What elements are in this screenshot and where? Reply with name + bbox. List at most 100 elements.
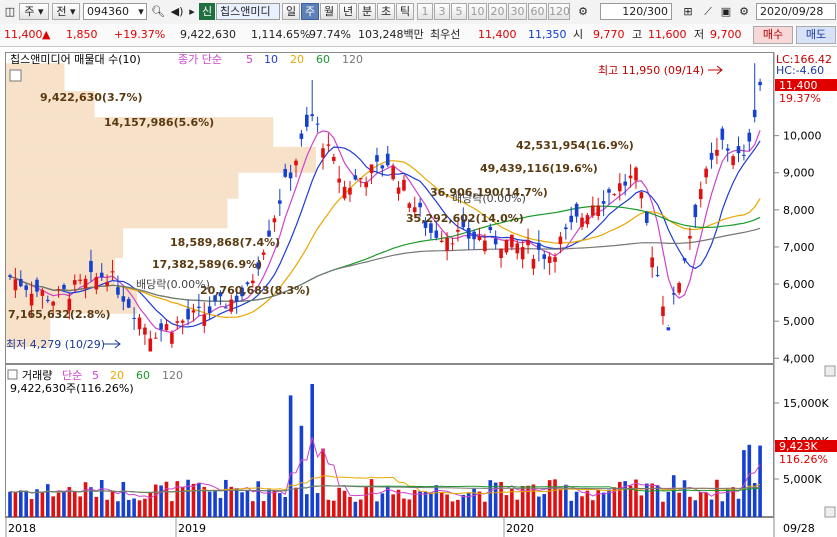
candle-body bbox=[466, 228, 471, 239]
candle-body bbox=[402, 179, 406, 191]
market-select[interactable]: 주 ▾ bbox=[19, 3, 49, 20]
volume-bar bbox=[224, 479, 228, 517]
candle-body bbox=[78, 279, 82, 281]
minute-tab-3[interactable]: 3 bbox=[434, 3, 450, 20]
volume-bar bbox=[326, 499, 331, 517]
price-volume-chart[interactable]: 4,000 5,000 6,000 7,000 8,000 9,000 10,000 7,16… bbox=[0, 46, 837, 537]
volume-bar bbox=[331, 500, 336, 517]
gear-icon[interactable]: ⚙ bbox=[736, 3, 752, 20]
y-tick-label-5000: 5,000 bbox=[783, 315, 815, 328]
speaker-icon[interactable]: ◀) bbox=[168, 3, 186, 20]
candle-body bbox=[661, 306, 665, 316]
volume-bar bbox=[56, 492, 61, 517]
candle-body bbox=[601, 201, 606, 204]
candle-body bbox=[526, 240, 530, 246]
minute-tab-5[interactable]: 5 bbox=[451, 3, 467, 20]
volume-bar bbox=[461, 494, 466, 517]
period-tab-3[interactable]: 년 bbox=[339, 3, 357, 20]
volume-profile-label-9: 9,422,630(3.7%) bbox=[40, 91, 143, 104]
buy-button[interactable]: 매수 bbox=[753, 26, 793, 44]
candle-body bbox=[137, 317, 142, 330]
candle-body bbox=[580, 217, 584, 227]
volume-bar bbox=[698, 492, 703, 517]
volume-bar bbox=[515, 499, 520, 517]
sell-button[interactable]: 매도 bbox=[796, 26, 836, 44]
volume-bar bbox=[40, 491, 45, 517]
candle-body bbox=[288, 172, 293, 179]
candle-body bbox=[62, 284, 66, 289]
volume-bar bbox=[137, 500, 142, 517]
volume-bar bbox=[170, 501, 174, 517]
volume-bar bbox=[661, 501, 665, 517]
volume-bar bbox=[402, 498, 406, 517]
candle-body bbox=[418, 202, 422, 208]
period-tab-6[interactable]: 틱 bbox=[396, 3, 414, 20]
x-axis-label-2019: 2019 bbox=[178, 522, 206, 535]
search-icon[interactable]: 🔍︎ bbox=[150, 3, 166, 20]
credit-badge: 신 bbox=[199, 3, 215, 20]
volume-bar bbox=[24, 490, 28, 517]
settings-small-icon[interactable]: ⚙ bbox=[576, 3, 590, 20]
volume-bar bbox=[153, 484, 158, 517]
candle-body bbox=[121, 296, 126, 302]
candle-body bbox=[148, 338, 153, 352]
candle-body bbox=[591, 205, 595, 216]
code-dropdown-icon[interactable]: ▾ bbox=[135, 3, 147, 20]
candle-body bbox=[331, 156, 336, 161]
volume-bar bbox=[261, 501, 266, 517]
volume-bar bbox=[310, 384, 314, 517]
volume-bar bbox=[580, 496, 584, 517]
save-icon[interactable]: ▣ bbox=[718, 3, 734, 20]
high-price: 11,600 bbox=[648, 28, 687, 41]
candle-body bbox=[531, 258, 536, 269]
minute-tab-120[interactable]: 120 bbox=[548, 3, 570, 20]
volume-bar bbox=[375, 501, 379, 517]
period-tab-1[interactable]: 주 bbox=[301, 3, 319, 20]
volume-bar bbox=[396, 489, 401, 517]
minute-tab-60[interactable]: 60 bbox=[528, 3, 547, 20]
draw-tool-icon[interactable]: ⟋ bbox=[699, 3, 717, 20]
date-input[interactable]: 2020/09/28 bbox=[756, 3, 836, 20]
minute-tab-30[interactable]: 30 bbox=[508, 3, 527, 20]
candle-body bbox=[596, 205, 601, 216]
candle-body bbox=[40, 290, 45, 296]
minute-tab-10[interactable]: 10 bbox=[468, 3, 487, 20]
volume-bar bbox=[537, 496, 541, 517]
open-label: 시 bbox=[573, 28, 584, 41]
candle-body bbox=[639, 192, 644, 199]
minute-tab-20[interactable]: 20 bbox=[488, 3, 507, 20]
best-ask-label: 최우선 bbox=[430, 28, 461, 41]
volume-bar bbox=[116, 501, 120, 517]
candle-body bbox=[585, 215, 590, 225]
minute-tab-1[interactable]: 1 bbox=[417, 3, 433, 20]
volume-bar bbox=[99, 479, 104, 517]
period-tab-2[interactable]: 월 bbox=[320, 3, 338, 20]
volume-bar bbox=[218, 497, 223, 517]
volume-ma-label: 단순 bbox=[62, 369, 82, 382]
volume-profile-label-6: 49,439,116(19.6%) bbox=[480, 162, 598, 175]
window-menu-icon[interactable]: ◫ bbox=[3, 3, 17, 20]
period-tab-4[interactable]: 분 bbox=[358, 3, 376, 20]
period-tab-0[interactable]: 일 bbox=[282, 3, 300, 20]
prev-next-icon[interactable]: ▸ bbox=[187, 3, 197, 20]
volume-bar bbox=[305, 494, 309, 517]
y-tick-label-6000: 6,000 bbox=[783, 278, 815, 291]
candle-body bbox=[655, 275, 660, 277]
volume-bar bbox=[456, 499, 460, 517]
volume-bar bbox=[574, 491, 579, 517]
period-tab-5[interactable]: 초 bbox=[377, 3, 395, 20]
candle-body bbox=[617, 183, 622, 192]
candle-body bbox=[499, 248, 503, 259]
crosshair-tool-icon[interactable]: ⊞ bbox=[679, 3, 697, 20]
period-type-select[interactable]: 전 ▾ bbox=[52, 3, 80, 20]
volume-bar bbox=[72, 491, 77, 517]
volume-bar bbox=[321, 448, 325, 517]
candle-body bbox=[731, 156, 735, 166]
volume-bar bbox=[89, 487, 93, 517]
candle-body bbox=[353, 175, 358, 180]
count-input[interactable]: 120/300 bbox=[600, 3, 672, 20]
candle-body bbox=[310, 114, 314, 117]
volume-bar bbox=[634, 479, 638, 517]
best-bid: 11,350 bbox=[528, 28, 567, 41]
candle-body bbox=[358, 178, 363, 180]
